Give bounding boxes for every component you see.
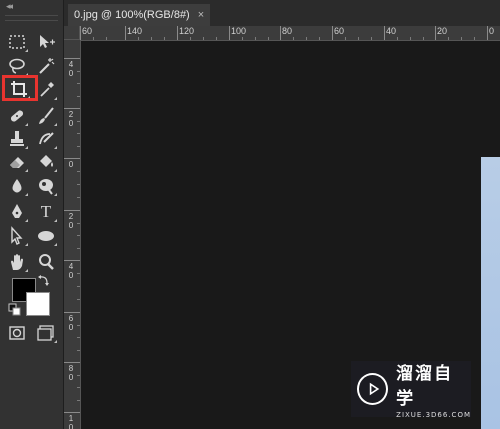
healing-brush-tool-icon[interactable] [6,106,28,126]
move-tool-icon[interactable] [35,32,57,52]
image-content[interactable] [481,157,500,429]
type-tool-label: T [40,202,52,221]
ruler-label: 0 [489,26,495,36]
watermark-title: 溜溜自学 [396,364,454,409]
ruler-label: 1 0 [68,414,74,429]
paint-bucket-tool-icon[interactable] [35,152,57,172]
path-selection-tool-icon[interactable] [6,226,28,246]
default-colors-icon[interactable] [8,303,22,317]
ruler-label: 20 [437,26,448,36]
ruler-label: 40 [386,26,397,36]
ruler-label: 60 [82,26,93,36]
ellipse-tool-icon[interactable] [35,226,57,246]
eyedropper-tool-icon[interactable] [35,80,57,100]
blur-tool-icon[interactable] [6,176,28,196]
ruler-label: 60 [334,26,345,36]
magic-wand-tool-icon[interactable] [35,56,57,76]
ruler-label: 4 0 [68,262,74,280]
vertical-ruler[interactable]: 4 0 2 0 0 2 0 4 0 6 0 8 0 1 0 [64,40,81,429]
pen-tool-icon[interactable] [6,202,28,222]
hand-tool-icon[interactable] [6,252,28,272]
lasso-tool-icon[interactable] [6,56,28,76]
eraser-tool-icon[interactable] [6,152,28,172]
ruler-label: 6 0 [68,314,74,332]
swap-colors-icon[interactable] [37,273,51,287]
history-brush-tool-icon[interactable] [35,129,57,149]
ruler-label: 100 [231,26,247,36]
clone-stamp-tool-icon[interactable] [6,129,28,149]
zoom-tool-icon[interactable] [35,252,57,272]
collapse-panel-button[interactable]: ◂◂ [6,2,13,12]
ruler-label: 8 0 [68,364,74,382]
watermark-url: ZIXUE.3D66.COM [396,411,471,419]
dodge-tool-icon[interactable] [35,176,57,196]
tools-panel: ◂◂ T [0,0,64,429]
type-tool-icon[interactable]: T [35,202,57,222]
ruler-label: 4 0 [68,60,74,78]
background-color-swatch[interactable] [26,292,50,316]
panel-grip[interactable] [5,15,58,21]
ruler-label: 0 [68,160,74,169]
play-logo-icon [357,373,389,405]
brush-tool-icon[interactable] [35,106,57,126]
ruler-label: 2 0 [68,110,74,128]
screen-mode-icon[interactable] [35,323,57,343]
ruler-label: 120 [179,26,195,36]
crop-tool-highlight [2,75,38,101]
watermark: 溜溜自学 ZIXUE.3D66.COM [351,361,471,419]
marquee-tool-icon[interactable] [6,32,28,52]
ruler-origin[interactable] [64,26,80,40]
document-tab-bar: 0.jpg @ 100%(RGB/8#) × [64,0,500,27]
ruler-label: 2 0 [68,212,74,230]
close-tab-icon[interactable]: × [198,9,204,21]
ruler-label: 140 [127,26,143,36]
horizontal-ruler[interactable]: 60 140 120 100 80 60 40 20 0 [80,26,500,41]
quick-mask-icon[interactable] [6,323,28,343]
ruler-label: 80 [282,26,293,36]
document-tab[interactable]: 0.jpg @ 100%(RGB/8#) × [68,4,211,26]
document-tab-title: 0.jpg @ 100%(RGB/8#) [74,9,190,21]
